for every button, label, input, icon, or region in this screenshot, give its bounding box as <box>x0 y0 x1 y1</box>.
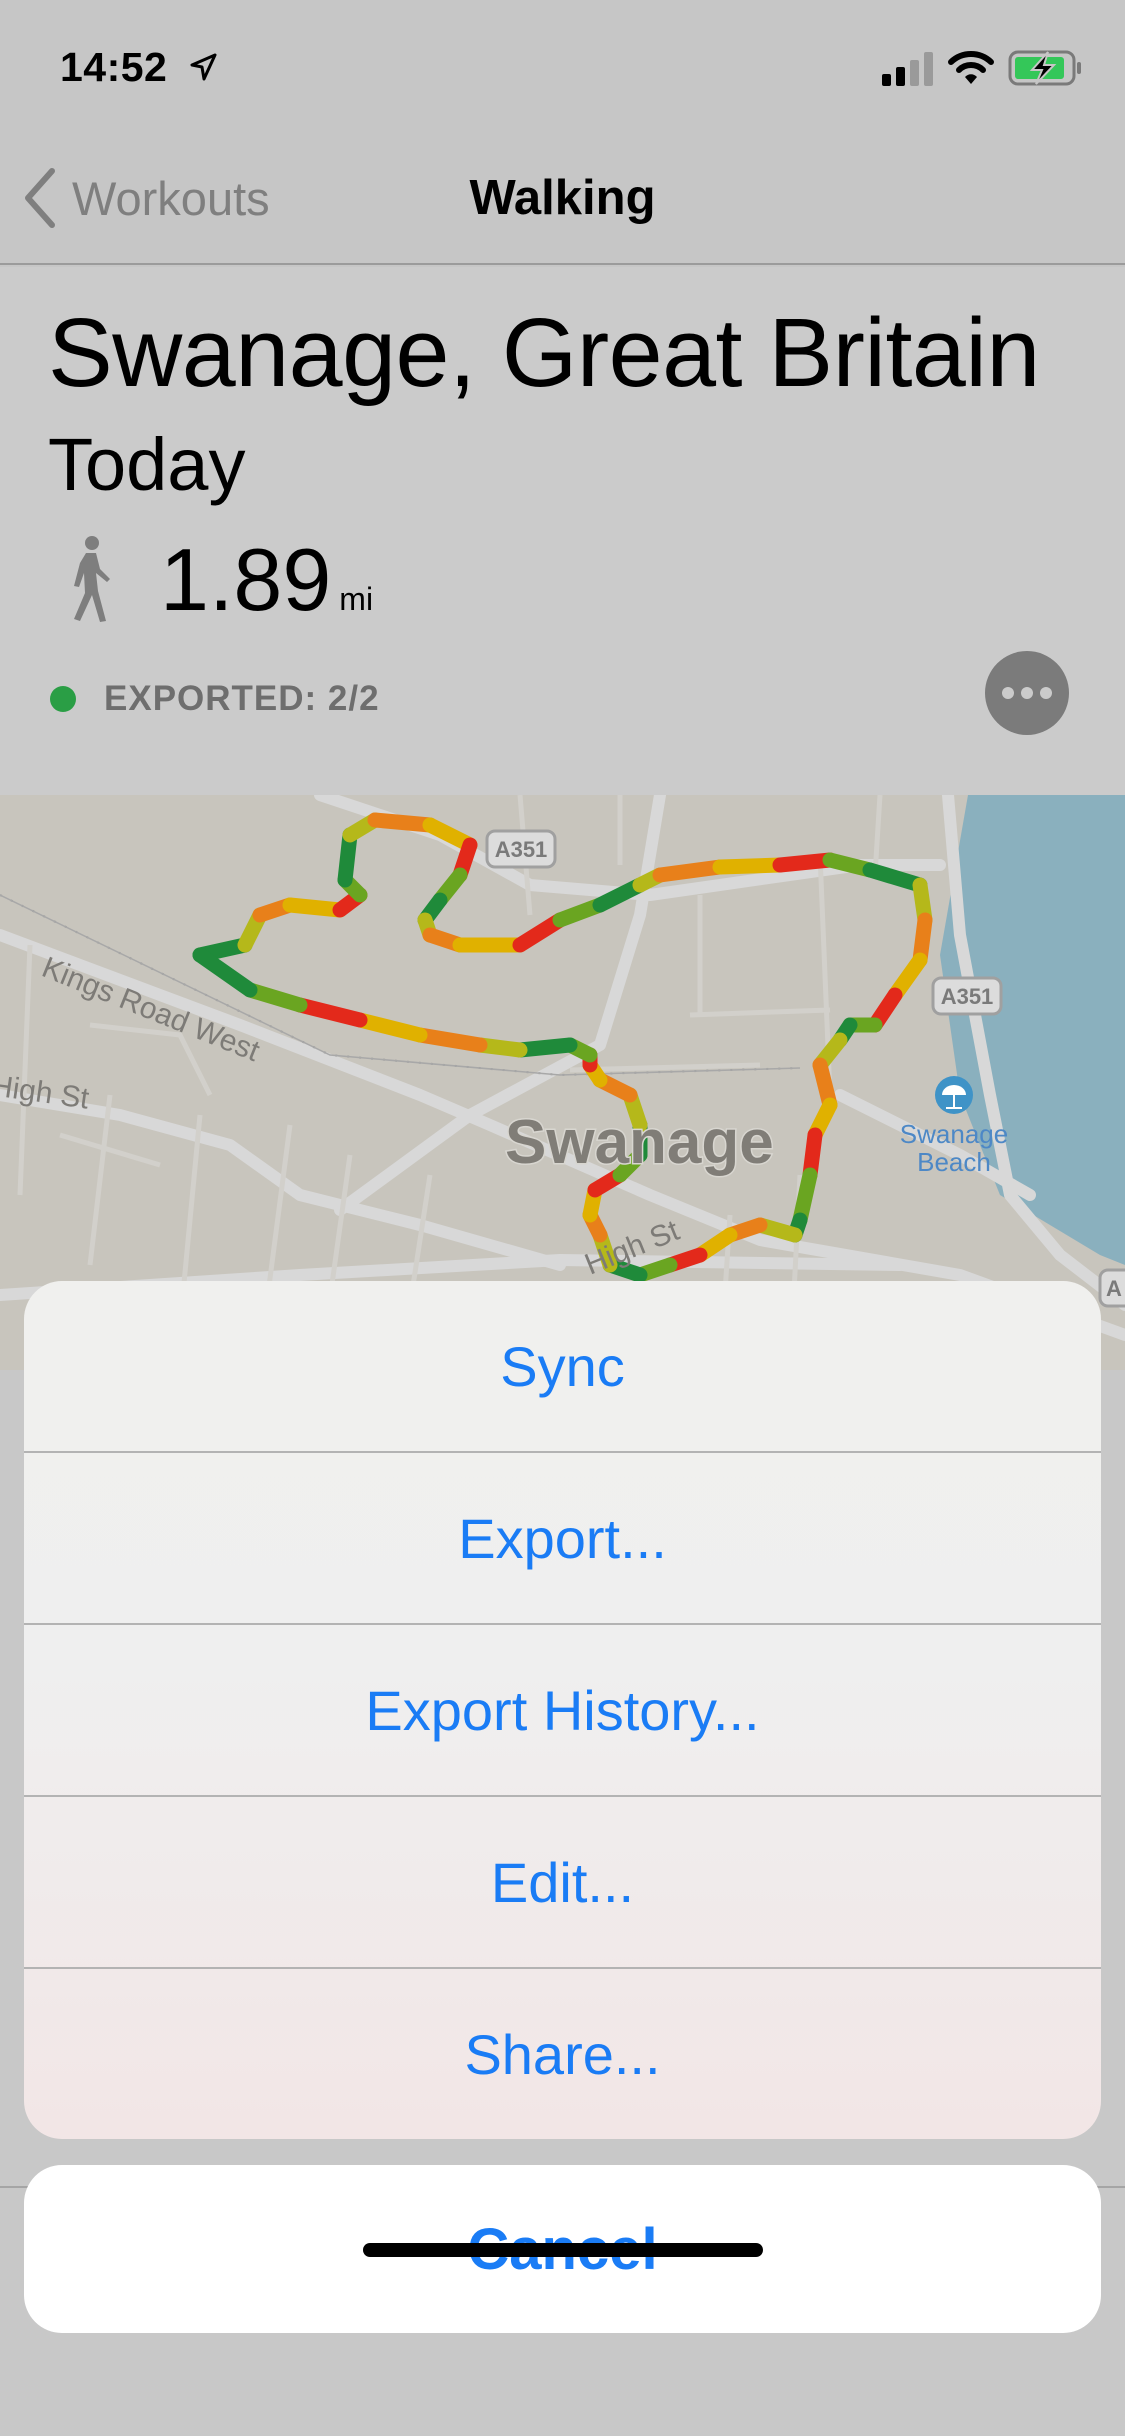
export-status: EXPORTED: 2/2 <box>50 679 380 719</box>
workout-date: Today <box>48 423 246 506</box>
route-segment <box>412 1027 488 1053</box>
workout-location: Swanage, Great Britain <box>48 298 1040 407</box>
distance: 1.89 mi <box>160 529 373 631</box>
ellipsis-dot-icon <box>1002 687 1014 699</box>
action-share[interactable]: Share... <box>24 1969 1101 2139</box>
route-segment <box>772 852 838 873</box>
location-arrow-icon <box>190 53 217 81</box>
route-segment <box>242 982 308 1013</box>
page-title: Walking <box>469 171 656 225</box>
route-segment <box>652 859 728 883</box>
route-segment <box>712 857 788 875</box>
road-shield-a-edge: A <box>1098 1268 1125 1308</box>
action-export[interactable]: Export... <box>24 1453 1101 1625</box>
status-time: 14:52 <box>60 44 168 90</box>
export-status-text: EXPORTED: 2/2 <box>104 679 380 718</box>
action-edit[interactable]: Edit... <box>24 1797 1101 1969</box>
route-segment <box>282 897 348 918</box>
route-segment <box>512 1037 578 1058</box>
navigation-bar: Workouts Walking <box>0 132 1125 265</box>
battery-charging-icon <box>1008 50 1081 86</box>
more-options-button[interactable] <box>985 651 1069 735</box>
home-indicator[interactable] <box>363 2243 763 2257</box>
ellipsis-dot-icon <box>1021 687 1033 699</box>
wifi-icon <box>948 51 994 84</box>
route-segment <box>192 947 258 998</box>
action-sheet: Sync Export... Export History... Edit...… <box>24 1281 1101 2139</box>
signal-icon <box>882 52 933 86</box>
route-segment <box>862 862 928 893</box>
workout-header: Swanage, Great Britain Today 1.89 mi EXP… <box>0 267 1125 795</box>
svg-text:A351: A351 <box>941 984 994 1009</box>
status-bar: 14:52 <box>0 0 1125 132</box>
status-dot-icon <box>50 686 76 712</box>
route-segment <box>367 812 438 833</box>
route-segment <box>292 997 368 1028</box>
action-sync[interactable]: Sync <box>24 1281 1101 1453</box>
poi-label-swanage: Swanage <box>900 1119 1008 1149</box>
road-shield-a351-east: A351 <box>931 976 1003 1016</box>
svg-text:A351: A351 <box>495 837 548 862</box>
ellipsis-dot-icon <box>1040 687 1052 699</box>
beach-umbrella-icon[interactable] <box>935 1076 973 1114</box>
town-label: Swanage <box>505 1108 774 1177</box>
road-shield-a351: A351 <box>485 829 557 869</box>
action-export-history[interactable]: Export History... <box>24 1625 1101 1797</box>
route-segment <box>352 1012 428 1043</box>
walking-figure-icon <box>74 536 110 622</box>
poi-label-beach: Beach <box>917 1147 991 1177</box>
distance-value: 1.89 <box>160 530 332 629</box>
distance-unit: mi <box>339 581 374 617</box>
svg-text:A: A <box>1106 1276 1122 1301</box>
road-label-high-st: High St <box>0 1069 92 1115</box>
